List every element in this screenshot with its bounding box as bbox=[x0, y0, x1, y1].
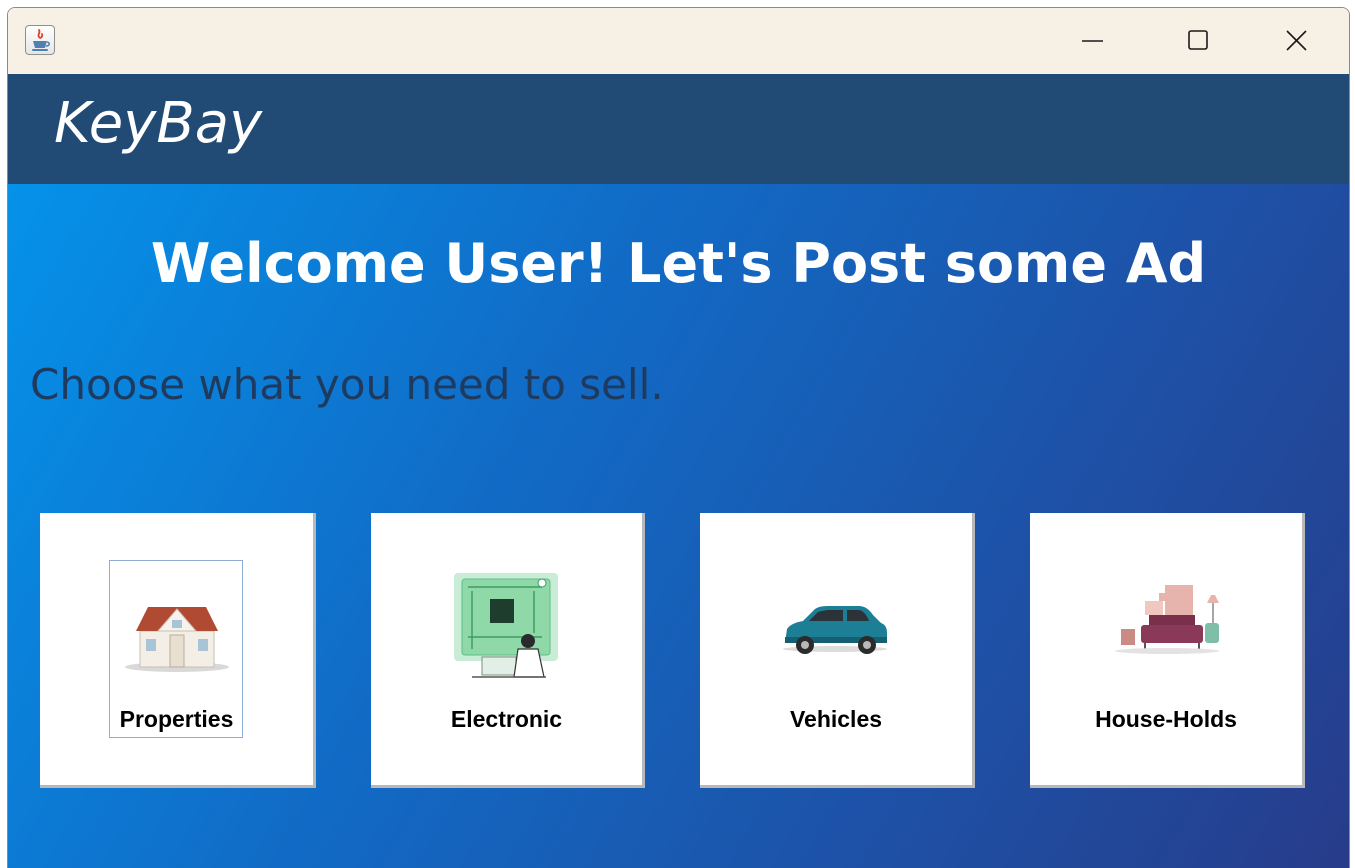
maximize-icon bbox=[1188, 30, 1208, 50]
brand-title: KeyBay bbox=[54, 91, 263, 156]
properties-button[interactable]: Properties bbox=[40, 513, 316, 788]
vehicles-label: Vehicles bbox=[789, 706, 883, 732]
app-header: KeyBay bbox=[8, 74, 1349, 184]
title-bar[interactable] bbox=[8, 8, 1349, 74]
maximize-button[interactable] bbox=[1145, 8, 1249, 74]
minimize-icon bbox=[1082, 40, 1103, 42]
close-button[interactable] bbox=[1247, 8, 1349, 74]
sofa-icon bbox=[1030, 565, 1302, 695]
properties-label: Properties bbox=[119, 706, 234, 732]
welcome-heading: Welcome User! Let's Post some Ad bbox=[150, 232, 1207, 295]
vehicles-button[interactable]: Vehicles bbox=[700, 513, 975, 788]
circuit-board-icon bbox=[371, 565, 642, 695]
house-holds-label: House-Holds bbox=[1095, 706, 1237, 732]
house-icon bbox=[40, 565, 313, 695]
house-holds-button[interactable]: House-Holds bbox=[1030, 513, 1305, 788]
java-app-icon[interactable] bbox=[25, 25, 55, 55]
minimize-button[interactable] bbox=[1040, 8, 1144, 74]
main-panel: Welcome User! Let's Post some Ad Choose … bbox=[8, 184, 1349, 868]
electronic-label: Electronic bbox=[450, 706, 563, 732]
app-window: KeyBay Welcome User! Let's Post some Ad … bbox=[7, 7, 1350, 868]
electronic-button[interactable]: Electronic bbox=[371, 513, 645, 788]
close-icon bbox=[1286, 30, 1307, 51]
subtitle-text: Choose what you need to sell. bbox=[30, 360, 664, 409]
car-icon bbox=[700, 565, 972, 695]
